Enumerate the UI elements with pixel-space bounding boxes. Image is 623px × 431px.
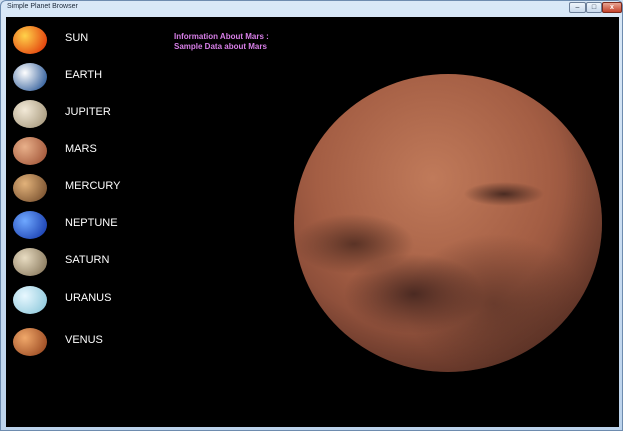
- info-detail: Sample Data about Mars: [174, 42, 267, 51]
- minimize-button[interactable]: –: [569, 2, 586, 13]
- close-button[interactable]: x: [602, 2, 622, 13]
- planet-item-neptune[interactable]: NEPTUNE: [10, 208, 160, 242]
- planet-item-saturn[interactable]: SATURN: [10, 245, 160, 279]
- saturn-thumbnail-icon: [13, 248, 47, 276]
- planet-info-panel: Information About Mars : Sample Data abo…: [174, 32, 269, 52]
- title-bar[interactable]: Simple Planet Browser – □ x: [1, 1, 622, 15]
- jupiter-thumbnail-icon: [13, 100, 47, 128]
- planet-item-uranus[interactable]: URANUS: [10, 283, 160, 317]
- minimize-icon: –: [575, 4, 580, 11]
- close-icon: x: [610, 4, 614, 11]
- mars-thumbnail-icon: [13, 137, 47, 165]
- planet-item-mars[interactable]: MARS: [10, 134, 160, 168]
- venus-thumbnail-icon: [13, 328, 47, 356]
- planet-label: NEPTUNE: [65, 217, 118, 229]
- maximize-icon: □: [591, 4, 597, 11]
- mercury-thumbnail-icon: [13, 174, 47, 202]
- uranus-thumbnail-icon: [13, 286, 47, 314]
- neptune-thumbnail-icon: [13, 211, 47, 239]
- window-title: Simple Planet Browser: [7, 3, 78, 10]
- sun-thumbnail-icon: [13, 26, 47, 54]
- maximize-button[interactable]: □: [586, 2, 602, 13]
- planet-label: EARTH: [65, 69, 103, 81]
- planet-label: SUN: [65, 32, 89, 44]
- app-window: Simple Planet Browser – □ x SUN EARTH JU…: [0, 0, 623, 431]
- planet-item-earth[interactable]: EARTH: [10, 60, 160, 94]
- mars-shading: [294, 74, 602, 372]
- mars-image: [294, 74, 602, 372]
- planet-label: JUPITER: [65, 106, 111, 118]
- planet-item-venus[interactable]: VENUS: [10, 325, 160, 359]
- planet-label: MARS: [65, 143, 97, 155]
- planet-item-mercury[interactable]: MERCURY: [10, 171, 160, 205]
- planet-label: MERCURY: [65, 180, 121, 192]
- planet-browser-canvas: SUN EARTH JUPITER MARS MERCURY NEPTUNE S…: [6, 17, 619, 427]
- planet-label: VENUS: [65, 334, 103, 346]
- planet-label: URANUS: [65, 292, 112, 304]
- info-heading: Information About Mars :: [174, 32, 269, 41]
- planet-item-jupiter[interactable]: JUPITER: [10, 97, 160, 131]
- earth-thumbnail-icon: [13, 63, 47, 91]
- planet-item-sun[interactable]: SUN: [10, 23, 160, 57]
- planet-label: SATURN: [65, 254, 110, 266]
